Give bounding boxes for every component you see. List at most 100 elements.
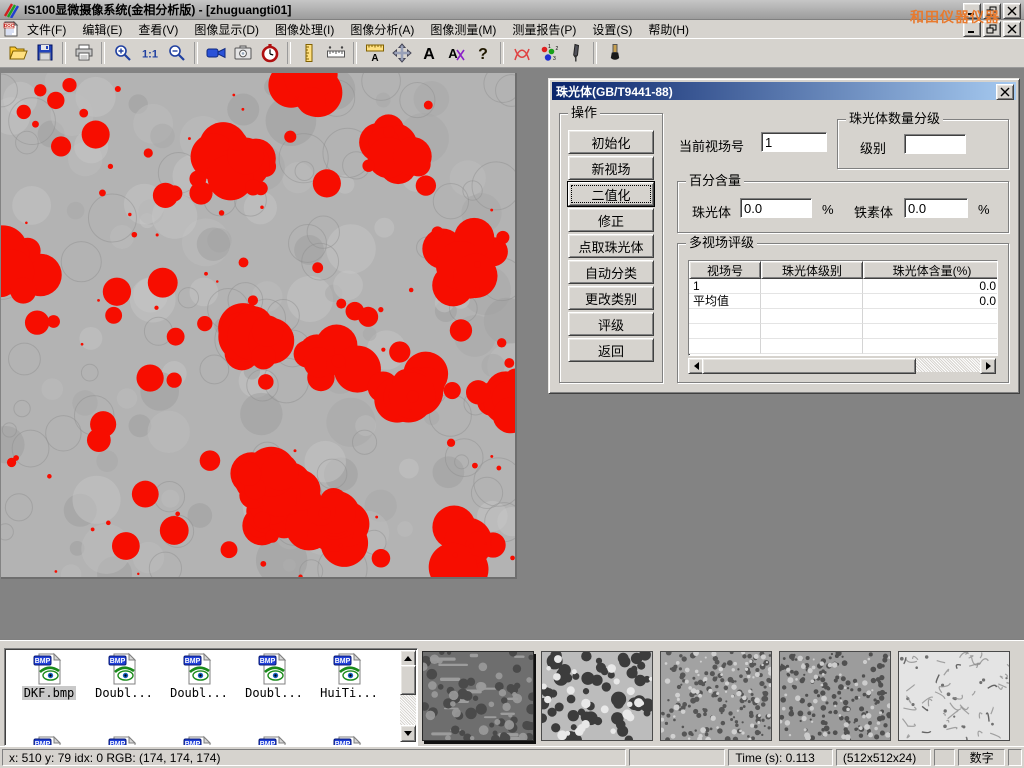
- thumbnail-4[interactable]: [779, 651, 891, 741]
- bmp-file-icon: BMP: [257, 735, 291, 746]
- thumbnail-1[interactable]: [422, 651, 534, 741]
- menu-item-7[interactable]: 图像测量(M): [422, 20, 504, 39]
- menu-item-9[interactable]: 设置(S): [584, 20, 640, 39]
- toolbar-ruler-vertical-button[interactable]: [295, 40, 322, 66]
- op-button-3[interactable]: 二值化: [568, 182, 654, 206]
- op-button-4[interactable]: 修正: [568, 208, 654, 232]
- menu-item-1[interactable]: 文件(F): [19, 20, 74, 39]
- op-button-2[interactable]: 新视场: [568, 156, 654, 180]
- menu-item-8[interactable]: 测量报告(P): [504, 20, 584, 39]
- op-button-9[interactable]: 返回: [568, 338, 654, 362]
- scrollbar-thumb[interactable]: [702, 358, 916, 374]
- file-item-4[interactable]: BMPDoubl...: [238, 652, 310, 700]
- status-panel-empty-1: [629, 749, 726, 766]
- curve-icon: [512, 43, 532, 63]
- bmp-file-icon: BMP: [182, 652, 216, 686]
- toolbar-curve-button[interactable]: [508, 40, 535, 66]
- toolbar-separator: [194, 42, 198, 64]
- scroll-right-button[interactable]: [980, 358, 996, 374]
- toolbar-text-delete-button[interactable]: A: [442, 40, 469, 66]
- current-field-input[interactable]: [761, 132, 827, 152]
- thumbnail-5[interactable]: [898, 651, 1010, 741]
- toolbar-open-button[interactable]: [4, 40, 31, 66]
- file-item-row2-4[interactable]: BMP: [238, 735, 310, 746]
- thumbnail-2[interactable]: [541, 651, 653, 741]
- dialog-title-bar[interactable]: 珠光体(GB/T9441-88): [552, 82, 1016, 100]
- toolbar-ruler-text-button[interactable]: A: [361, 40, 388, 66]
- one-to-one-icon: 1:1: [140, 43, 160, 63]
- toolbar-move-button[interactable]: [388, 40, 415, 66]
- arrow-left-icon: [690, 362, 699, 370]
- dialog-close-button[interactable]: [996, 84, 1014, 100]
- toolbar-ruler-horizontal-button[interactable]: [322, 40, 349, 66]
- file-list-scrollbar[interactable]: [400, 650, 416, 742]
- ruler-horizontal-icon: [326, 43, 346, 63]
- toolbar-video-camera-button[interactable]: [202, 40, 229, 66]
- toolbar-save-button[interactable]: [31, 40, 58, 66]
- scroll-down-button[interactable]: [400, 725, 416, 742]
- toolbar-zoom-out-button[interactable]: [163, 40, 190, 66]
- image-size-panel: (512x512x24): [836, 749, 931, 766]
- file-item-5[interactable]: BMPHuiTi...: [313, 652, 385, 700]
- file-item-row2-3[interactable]: BMP: [163, 735, 235, 746]
- title-bar: IS100显微摄像系统(金相分析版) - [zhuguangti01] 和田仪器…: [0, 0, 1024, 20]
- op-button-7[interactable]: 更改类别: [568, 286, 654, 310]
- toolbar-photo-camera-button[interactable]: [229, 40, 256, 66]
- table-cell: [863, 309, 998, 324]
- ferrite-label: 铁素体: [854, 202, 893, 221]
- metallographic-image[interactable]: [1, 73, 517, 579]
- op-button-6[interactable]: 自动分类: [568, 260, 654, 284]
- mdi-close-button[interactable]: [1003, 21, 1021, 37]
- toolbar-timer-button[interactable]: [256, 40, 283, 66]
- svg-text:?: ?: [478, 46, 488, 63]
- table-header-2[interactable]: 珠光体级别: [761, 261, 863, 279]
- menu-item-10[interactable]: 帮助(H): [640, 20, 697, 39]
- scrollbar-thumb[interactable]: [400, 665, 416, 695]
- table-row[interactable]: 10.0: [689, 279, 998, 294]
- menu-item-4[interactable]: 图像显示(D): [186, 20, 267, 39]
- menu-item-3[interactable]: 查看(V): [130, 20, 186, 39]
- close-icon: [1006, 6, 1018, 16]
- thumbnail-3[interactable]: [660, 651, 772, 741]
- pearlite-percent-input[interactable]: [740, 198, 812, 218]
- window-title: IS100显微摄像系统(金相分析版) - [zhuguangti01]: [24, 1, 291, 18]
- toolbar-class-points-button[interactable]: 123: [535, 40, 562, 66]
- op-button-5[interactable]: 点取珠光体: [568, 234, 654, 258]
- menu-item-6[interactable]: 图像分析(A): [342, 20, 422, 39]
- svg-text:2: 2: [555, 46, 558, 52]
- svg-text:BMP: BMP: [35, 658, 51, 665]
- file-item-3[interactable]: BMPDoubl...: [163, 652, 235, 700]
- dialog-title: 珠光体(GB/T9441-88): [556, 83, 673, 100]
- ferrite-percent-input[interactable]: [904, 198, 968, 218]
- toolbar-print-button[interactable]: [70, 40, 97, 66]
- file-item-row2-5[interactable]: BMP: [313, 735, 385, 746]
- toolbar-pen-button[interactable]: [562, 40, 589, 66]
- level-input[interactable]: [904, 134, 966, 154]
- menu-item-5[interactable]: 图像处理(I): [267, 20, 342, 39]
- file-item-row2-2[interactable]: BMP: [88, 735, 160, 746]
- close-button[interactable]: [1003, 3, 1021, 19]
- op-button-8[interactable]: 评级: [568, 312, 654, 336]
- file-item-row2-1[interactable]: BMP: [13, 735, 85, 746]
- table-header-3[interactable]: 珠光体含量(%): [863, 261, 998, 279]
- table-header-1[interactable]: 视场号: [689, 261, 761, 279]
- table-row[interactable]: 平均值0.0: [689, 294, 998, 309]
- file-list[interactable]: BMPDKF.bmpBMPDoubl...BMPDoubl...BMPDoubl…: [4, 648, 418, 746]
- bmp-file-icon: BMP: [257, 652, 291, 686]
- toolbar-help-button[interactable]: ?: [469, 40, 496, 66]
- rating-table[interactable]: 视场号珠光体级别珠光体含量(%)铁素体含量(%)10.0平均值0.0: [688, 260, 998, 356]
- file-item-2[interactable]: BMPDoubl...: [88, 652, 160, 700]
- table-row[interactable]: [689, 339, 998, 354]
- toolbar-zoom-in-button[interactable]: [109, 40, 136, 66]
- table-row[interactable]: [689, 324, 998, 339]
- table-cell: 平均值: [689, 294, 761, 309]
- table-horizontal-scrollbar[interactable]: [688, 358, 996, 372]
- file-name: DKF.bmp: [22, 686, 77, 700]
- toolbar-text-button[interactable]: A: [415, 40, 442, 66]
- menu-item-2[interactable]: 编辑(E): [74, 20, 130, 39]
- toolbar-brush-button[interactable]: [601, 40, 628, 66]
- toolbar-one-to-one-button[interactable]: 1:1: [136, 40, 163, 66]
- op-button-1[interactable]: 初始化: [568, 130, 654, 154]
- table-row[interactable]: [689, 309, 998, 324]
- file-item-1[interactable]: BMP DKF.bmp: [13, 652, 85, 700]
